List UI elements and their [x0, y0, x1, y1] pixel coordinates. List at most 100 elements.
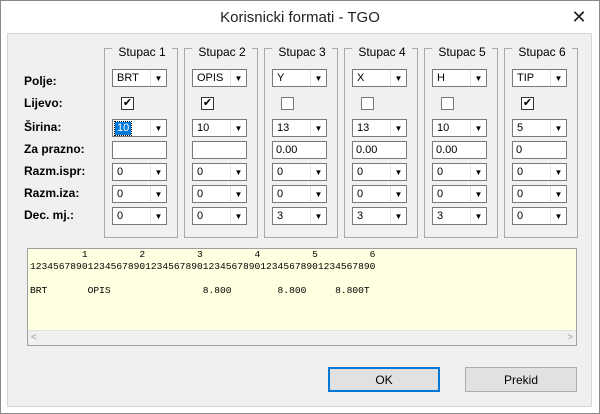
- chevron-down-icon[interactable]: ▼: [390, 164, 406, 180]
- chevron-down-icon[interactable]: ▼: [310, 164, 326, 180]
- close-icon[interactable]: ✕: [565, 5, 593, 29]
- dec-mj-select-6[interactable]: 0 ▼: [512, 207, 567, 225]
- razm-ispr-select-4[interactable]: 0 ▼: [352, 163, 407, 181]
- polje-value-3: Y: [277, 72, 285, 84]
- scroll-right-icon[interactable]: >: [567, 332, 573, 343]
- chevron-down-icon[interactable]: ▼: [150, 70, 166, 86]
- chevron-down-icon[interactable]: ▼: [470, 186, 486, 202]
- column-title-4: Stupac 4: [352, 45, 412, 61]
- razm-ispr-select-6[interactable]: 0 ▼: [512, 163, 567, 181]
- title-bar: Korisnicki formati - TGO ✕: [1, 1, 599, 34]
- label-sirina: Širina:: [24, 120, 62, 134]
- sirina-value-3: 13: [277, 122, 290, 134]
- chevron-down-icon[interactable]: ▼: [390, 70, 406, 86]
- sirina-select-1[interactable]: 10 ▼: [112, 119, 167, 137]
- polje-value-5: H: [437, 72, 445, 84]
- razm-iza-select-5[interactable]: 0 ▼: [432, 185, 487, 203]
- chevron-down-icon[interactable]: ▼: [230, 186, 246, 202]
- checkmark-icon: ✔: [122, 97, 133, 109]
- chevron-down-icon[interactable]: ▼: [310, 208, 326, 224]
- horizontal-scrollbar[interactable]: < >: [28, 330, 576, 345]
- chevron-down-icon[interactable]: ▼: [310, 70, 326, 86]
- sirina-select-2[interactable]: 10 ▼: [192, 119, 247, 137]
- za-prazno-field-1[interactable]: [112, 141, 167, 159]
- chevron-down-icon[interactable]: ▼: [550, 208, 566, 224]
- za-prazno-field-5[interactable]: 0.00: [432, 141, 487, 159]
- dec-mj-select-2[interactable]: 0 ▼: [192, 207, 247, 225]
- chevron-down-icon[interactable]: ▼: [150, 164, 166, 180]
- razm-ispr-select-1[interactable]: 0 ▼: [112, 163, 167, 181]
- sirina-value-5: 10: [437, 122, 450, 134]
- sirina-select-4[interactable]: 13 ▼: [352, 119, 407, 137]
- za-prazno-field-4[interactable]: 0.00: [352, 141, 407, 159]
- scroll-left-icon[interactable]: <: [31, 332, 37, 343]
- chevron-down-icon[interactable]: ▼: [470, 70, 486, 86]
- chevron-down-icon[interactable]: ▼: [550, 120, 566, 136]
- lijevo-checkbox-1[interactable]: ✔: [121, 97, 134, 110]
- polje-select-1[interactable]: BRT ▼: [112, 69, 167, 87]
- sirina-select-6[interactable]: 5 ▼: [512, 119, 567, 137]
- polje-select-2[interactable]: OPIS ▼: [192, 69, 247, 87]
- razm-iza-select-6[interactable]: 0 ▼: [512, 185, 567, 203]
- lijevo-checkbox-4[interactable]: [361, 97, 374, 110]
- chevron-down-icon[interactable]: ▼: [310, 186, 326, 202]
- dec-mj-select-5[interactable]: 3 ▼: [432, 207, 487, 225]
- polje-select-6[interactable]: TIP ▼: [512, 69, 567, 87]
- razm-iza-value-3: 0: [277, 188, 284, 200]
- chevron-down-icon[interactable]: ▼: [470, 120, 486, 136]
- chevron-down-icon[interactable]: ▼: [470, 208, 486, 224]
- sirina-value-6: 5: [517, 122, 524, 134]
- razm-iza-select-1[interactable]: 0 ▼: [112, 185, 167, 203]
- razm-iza-select-2[interactable]: 0 ▼: [192, 185, 247, 203]
- chevron-down-icon[interactable]: ▼: [230, 120, 246, 136]
- preview-ruler-ones: 1234567890123456789012345678901234567890…: [30, 261, 376, 272]
- za-prazno-field-2[interactable]: [192, 141, 247, 159]
- column-title-6: Stupac 6: [512, 45, 572, 61]
- chevron-down-icon[interactable]: ▼: [470, 164, 486, 180]
- za-prazno-field-6[interactable]: 0: [512, 141, 567, 159]
- dec-mj-value-4: 3: [357, 210, 364, 222]
- chevron-down-icon[interactable]: ▼: [230, 208, 246, 224]
- dec-mj-select-4[interactable]: 3 ▼: [352, 207, 407, 225]
- razm-ispr-value-5: 0: [437, 166, 444, 178]
- razm-ispr-select-5[interactable]: 0 ▼: [432, 163, 487, 181]
- za-prazno-field-3[interactable]: 0.00: [272, 141, 327, 159]
- lijevo-checkbox-3[interactable]: [281, 97, 294, 110]
- chevron-down-icon[interactable]: ▼: [550, 70, 566, 86]
- polje-select-3[interactable]: Y ▼: [272, 69, 327, 87]
- razm-ispr-value-1: 0: [117, 166, 124, 178]
- sirina-select-5[interactable]: 10 ▼: [432, 119, 487, 137]
- lijevo-checkbox-6[interactable]: ✔: [521, 97, 534, 110]
- chevron-down-icon[interactable]: ▼: [150, 208, 166, 224]
- polje-select-4[interactable]: X ▼: [352, 69, 407, 87]
- label-razm-iza: Razm.iza:: [24, 186, 80, 200]
- sirina-value-2: 10: [197, 122, 210, 134]
- ok-button[interactable]: OK: [328, 367, 440, 392]
- sirina-select-3[interactable]: 13 ▼: [272, 119, 327, 137]
- chevron-down-icon[interactable]: ▼: [310, 120, 326, 136]
- sirina-value-4: 13: [357, 122, 370, 134]
- chevron-down-icon[interactable]: ▼: [150, 186, 166, 202]
- chevron-down-icon[interactable]: ▼: [550, 186, 566, 202]
- cancel-button[interactable]: Prekid: [465, 367, 577, 392]
- dec-mj-select-3[interactable]: 3 ▼: [272, 207, 327, 225]
- lijevo-checkbox-2[interactable]: ✔: [201, 97, 214, 110]
- chevron-down-icon[interactable]: ▼: [390, 208, 406, 224]
- label-polje: Polje:: [24, 74, 57, 88]
- column-title-2: Stupac 2: [192, 45, 252, 61]
- chevron-down-icon[interactable]: ▼: [230, 164, 246, 180]
- razm-iza-select-4[interactable]: 0 ▼: [352, 185, 407, 203]
- lijevo-checkbox-5[interactable]: [441, 97, 454, 110]
- razm-iza-select-3[interactable]: 0 ▼: [272, 185, 327, 203]
- chevron-down-icon[interactable]: ▼: [150, 120, 166, 136]
- polje-select-5[interactable]: H ▼: [432, 69, 487, 87]
- razm-ispr-select-2[interactable]: 0 ▼: [192, 163, 247, 181]
- razm-ispr-select-3[interactable]: 0 ▼: [272, 163, 327, 181]
- chevron-down-icon[interactable]: ▼: [390, 120, 406, 136]
- za-prazno-value-5: 0.00: [436, 144, 458, 156]
- chevron-down-icon[interactable]: ▼: [550, 164, 566, 180]
- chevron-down-icon[interactable]: ▼: [230, 70, 246, 86]
- dec-mj-select-1[interactable]: 0 ▼: [112, 207, 167, 225]
- chevron-down-icon[interactable]: ▼: [390, 186, 406, 202]
- polje-value-6: TIP: [517, 72, 535, 84]
